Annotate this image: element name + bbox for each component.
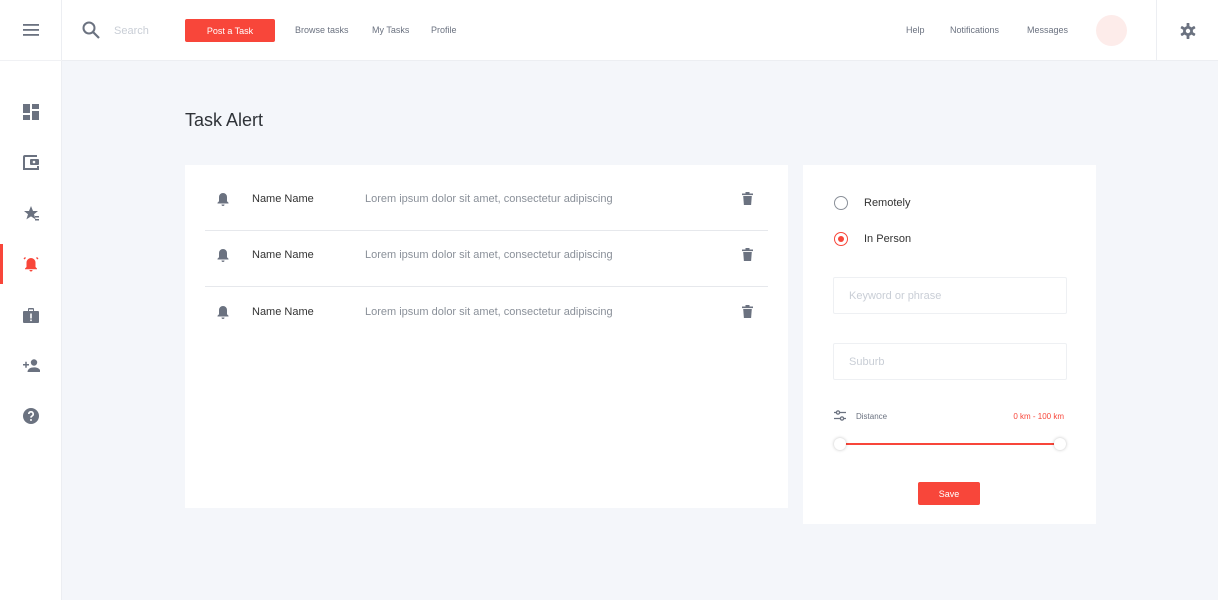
alert-name: Name Name [252,306,314,318]
profile-link[interactable]: Profile [431,25,457,35]
star-list-icon [24,205,39,220]
list-item: Name Name Lorem ipsum dolor sit amet, co… [205,231,768,287]
wallet-icon [23,154,39,170]
help-link[interactable]: Help [906,25,925,35]
remotely-label: Remotely [864,197,911,209]
list-item: Name Name Lorem ipsum dolor sit amet, co… [205,288,768,344]
sidebar-item-dashboard[interactable] [0,92,62,132]
sidebar-item-wallet[interactable] [0,142,62,182]
keyword-input[interactable] [833,277,1067,314]
dashboard-icon [23,104,39,120]
left-sidebar [0,0,62,600]
bell-icon [217,193,229,206]
task-alert-list: Name Name Lorem ipsum dolor sit amet, co… [185,165,788,508]
sidebar-item-invite[interactable] [0,345,62,385]
trash-icon[interactable] [742,192,753,205]
settings-button[interactable] [1156,0,1218,61]
distance-label: Distance [856,412,888,421]
browse-tasks-link[interactable]: Browse tasks [295,25,349,35]
in-person-option[interactable]: In Person [834,232,911,246]
distance-slider-max-handle[interactable] [1054,438,1066,450]
menu-button[interactable] [0,0,62,61]
bell-icon [217,306,229,319]
hamburger-icon [23,24,39,36]
alert-name: Name Name [252,249,314,261]
trash-icon[interactable] [742,248,753,261]
post-a-task-button[interactable]: Post a Task [185,19,275,42]
save-button[interactable]: Save [918,482,980,505]
alert-description: Lorem ipsum dolor sit amet, consectetur … [365,249,613,261]
distance-slider-track[interactable] [839,443,1060,445]
alert-filter-panel: Remotely In Person Distance 0 km - 100 k… [803,165,1096,524]
alert-description: Lorem ipsum dolor sit amet, consectetur … [365,306,613,318]
trash-icon[interactable] [742,305,753,318]
bell-icon [217,249,229,262]
gear-icon [1180,22,1195,39]
list-item: Name Name Lorem ipsum dolor sit amet, co… [205,175,768,231]
my-tasks-link[interactable]: My Tasks [372,25,409,35]
sidebar-item-task-alerts[interactable] [0,244,62,284]
suburb-input[interactable] [833,343,1067,380]
search-icon[interactable] [82,21,100,39]
alert-description: Lorem ipsum dolor sit amet, consectetur … [365,193,613,205]
help-icon [23,408,39,424]
top-navigation-bar: Post a Task Browse tasks My Tasks Profil… [62,0,1218,61]
briefcase-alert-icon [23,307,39,323]
distance-slider-min-handle[interactable] [834,438,846,450]
in-person-label: In Person [864,233,912,245]
notifications-link[interactable]: Notifications [950,25,999,35]
tune-icon [834,410,846,421]
sidebar-item-help[interactable] [0,396,62,436]
in-person-radio[interactable] [834,232,848,246]
alert-name: Name Name [252,193,314,205]
messages-link[interactable]: Messages [1027,25,1068,35]
distance-range-value: 0 km - 100 km [1013,412,1064,421]
bell-alert-icon [23,257,39,272]
sidebar-item-reviews[interactable] [0,193,62,233]
sidebar-item-tasks[interactable] [0,295,62,335]
remotely-radio[interactable] [834,196,848,210]
remotely-option[interactable]: Remotely [834,196,910,210]
add-person-icon [22,358,40,372]
avatar[interactable] [1096,15,1127,46]
page-title: Task Alert [185,110,264,130]
